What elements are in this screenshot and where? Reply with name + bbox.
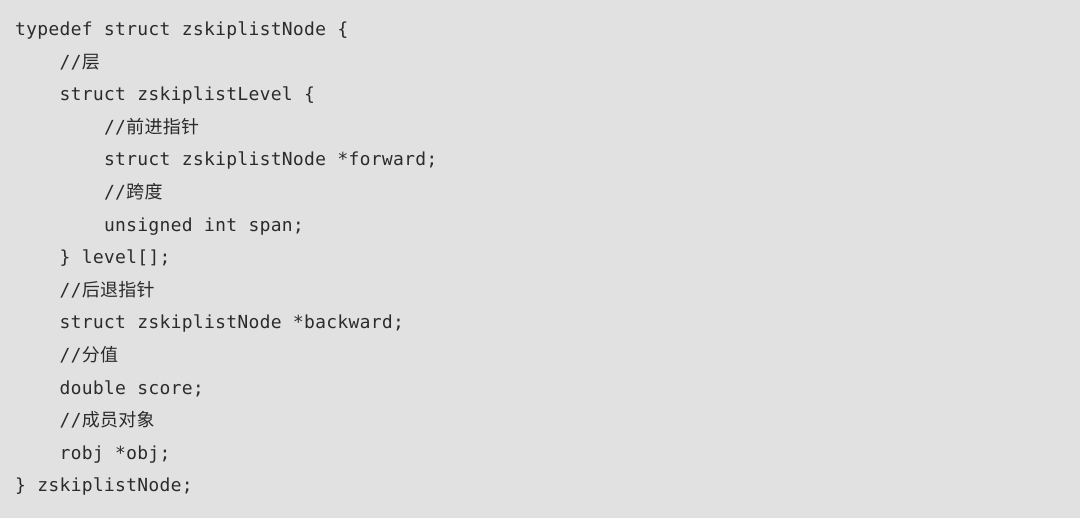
code-line-text: unsigned int span; [103, 214, 305, 236]
code-line-text: struct zskiplistNode *forward; [103, 149, 438, 171]
code-line-text: //层 [59, 51, 100, 73]
code-line-indent [15, 247, 59, 268]
code-line: } level[]; [15, 242, 1080, 275]
code-line-indent [15, 345, 59, 366]
code-line-text: //前进指针 [103, 116, 200, 138]
code-line-text: //分值 [59, 344, 119, 366]
code-line-text: double score; [59, 377, 204, 399]
code-line: //后退指针 [15, 275, 1080, 308]
code-line: double score; [15, 373, 1080, 406]
code-line: } zskiplistNode; [15, 470, 1080, 503]
code-line-indent [15, 117, 104, 138]
code-line-indent [15, 52, 59, 73]
code-line: //前进指针 [15, 112, 1080, 145]
code-line-indent [15, 312, 59, 333]
code-line: //层 [15, 47, 1080, 80]
code-line-indent [15, 84, 59, 105]
code-line-text: } zskiplistNode; [15, 475, 193, 497]
code-line-indent [15, 215, 104, 236]
code-line-indent [15, 378, 59, 399]
code-line: struct zskiplistNode *forward; [15, 144, 1080, 177]
code-line: struct zskiplistNode *backward; [15, 307, 1080, 340]
code-line: unsigned int span; [15, 210, 1080, 243]
code-line-text: //成员对象 [59, 410, 155, 432]
code-line: robj *obj; [15, 438, 1080, 471]
code-line-text: struct zskiplistNode *backward; [59, 312, 405, 334]
code-line-indent [15, 280, 59, 301]
code-line-text: //跨度 [103, 181, 163, 203]
code-line-text: robj *obj; [59, 442, 171, 464]
code-line-indent [15, 182, 104, 203]
code-line: struct zskiplistLevel { [15, 79, 1080, 112]
code-line-indent [15, 149, 104, 170]
code-block: typedef struct zskiplistNode { //层 struc… [0, 0, 1080, 518]
code-line-text: //后退指针 [59, 279, 155, 301]
code-line: //跨度 [15, 177, 1080, 210]
code-line-text: struct zskiplistLevel { [59, 84, 316, 106]
code-line: //分值 [15, 340, 1080, 373]
code-line: //成员对象 [15, 405, 1080, 438]
code-line-indent [15, 410, 59, 431]
code-line-indent [15, 443, 59, 464]
code-line-text: } level[]; [59, 247, 171, 269]
code-line-text: typedef struct zskiplistNode { [15, 19, 349, 40]
code-line: typedef struct zskiplistNode { [15, 14, 1080, 47]
